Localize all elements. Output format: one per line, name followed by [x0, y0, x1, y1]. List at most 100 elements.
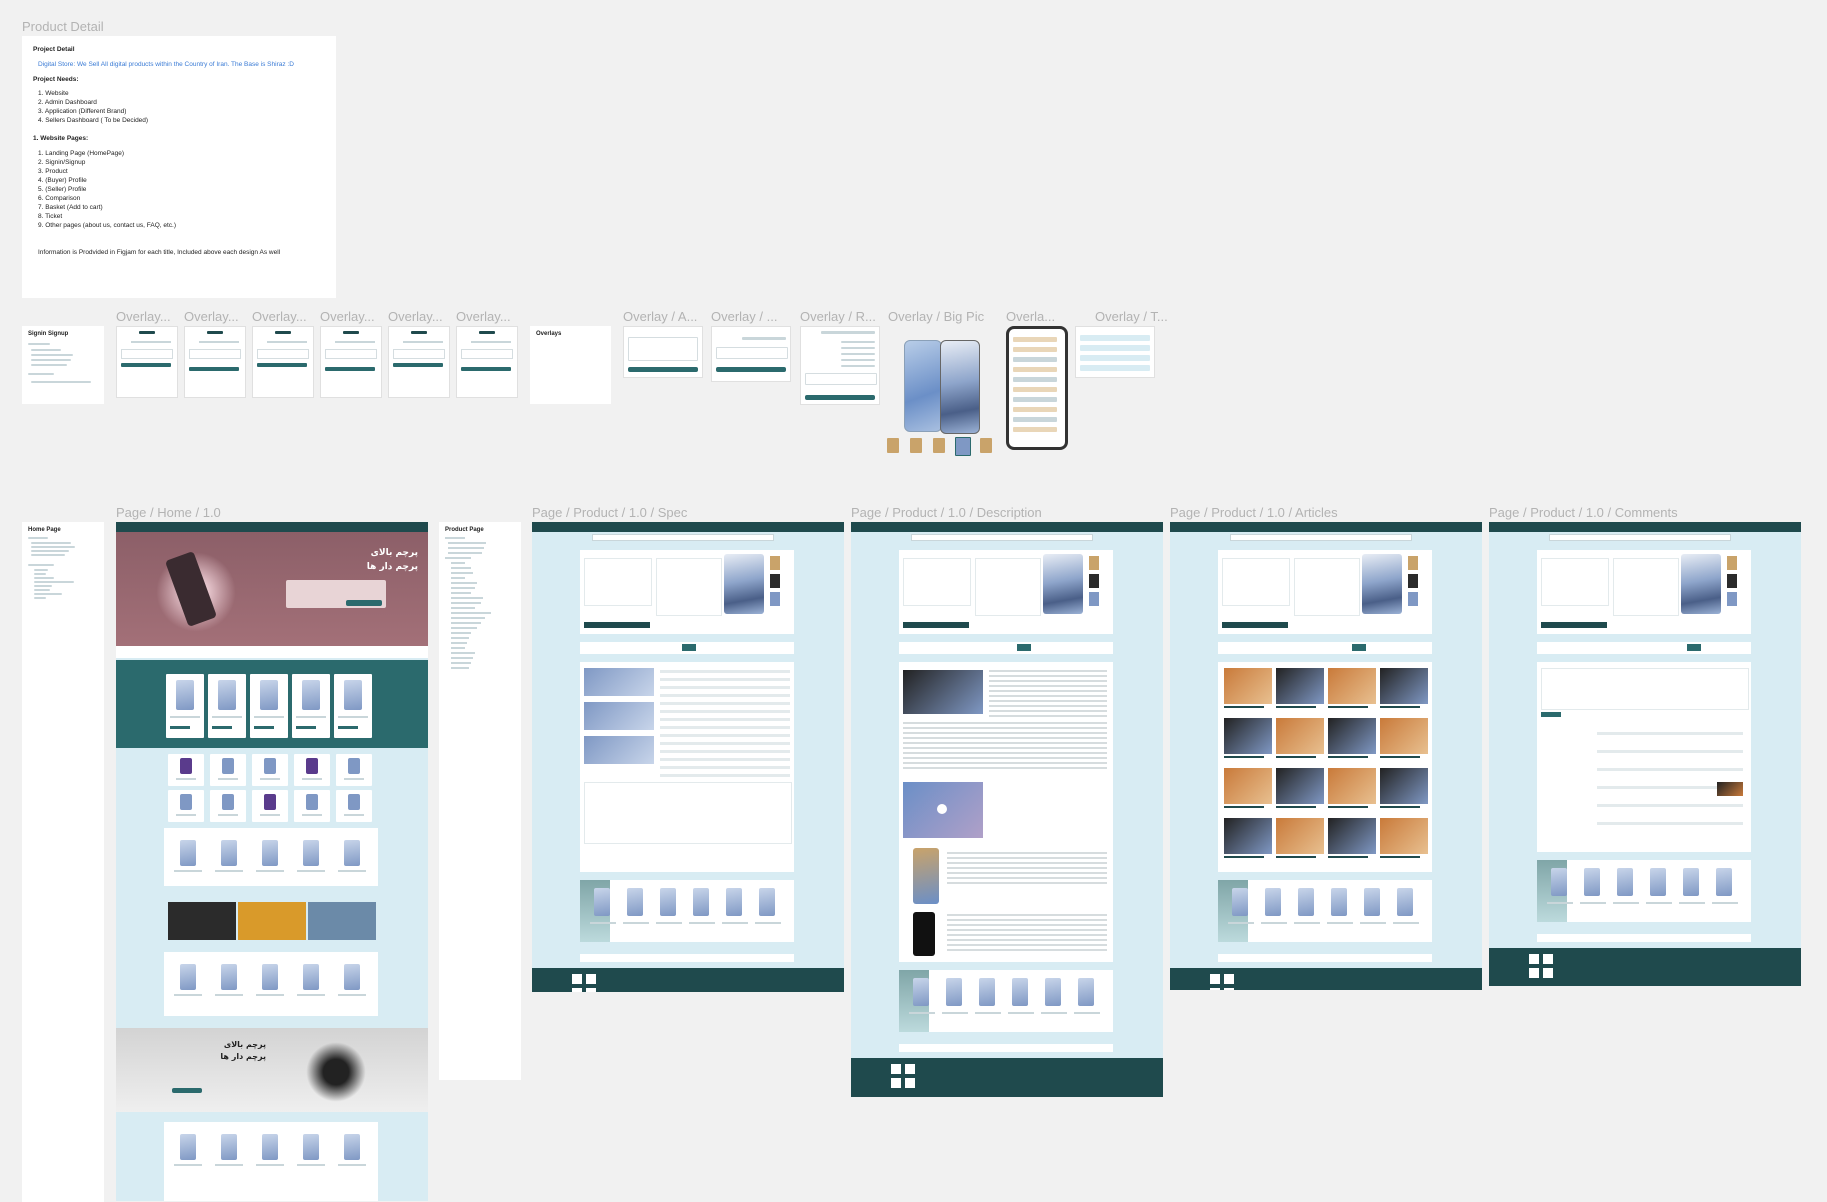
article-title[interactable]	[1276, 806, 1316, 808]
article-title[interactable]	[1328, 856, 1368, 858]
product-card[interactable]	[293, 836, 329, 882]
related-product-image[interactable]	[913, 978, 929, 1006]
home-hero-banner[interactable]: پرچم بالای پرچم دار ها	[116, 532, 428, 646]
active-tab[interactable]	[1352, 644, 1366, 651]
related-product-image[interactable]	[1232, 888, 1248, 916]
overlay-submit-button[interactable]	[189, 367, 239, 371]
product-card[interactable]	[252, 960, 288, 1006]
related-product-image[interactable]	[946, 978, 962, 1006]
top-nav-bar[interactable]	[532, 522, 844, 532]
overlay-input[interactable]	[325, 349, 377, 359]
overlay-input[interactable]	[393, 349, 445, 359]
product-card[interactable]	[211, 836, 247, 882]
active-tab[interactable]	[682, 644, 696, 651]
article-title[interactable]	[1224, 756, 1264, 758]
article-title[interactable]	[1276, 856, 1316, 858]
article-title[interactable]	[1380, 756, 1420, 758]
product-card[interactable]	[211, 1130, 247, 1190]
category-tile[interactable]	[210, 754, 246, 786]
article-title[interactable]	[1328, 756, 1368, 758]
active-tab[interactable]	[1687, 644, 1701, 651]
spec-media[interactable]	[584, 702, 654, 730]
related-product-image[interactable]	[759, 888, 775, 916]
related-product-image[interactable]	[1045, 978, 1061, 1006]
comment-form[interactable]	[1541, 668, 1749, 710]
spec-media[interactable]	[584, 736, 654, 764]
product-card[interactable]	[334, 836, 370, 882]
article-thumb[interactable]	[1276, 718, 1324, 754]
deal-product-card[interactable]	[292, 674, 330, 738]
search-input[interactable]	[911, 534, 1093, 541]
search-input[interactable]	[1230, 534, 1412, 541]
related-product-image[interactable]	[1265, 888, 1281, 916]
category-tile[interactable]	[168, 790, 204, 822]
home-second-banner[interactable]: پرچم بالای پرچم دار ها	[116, 1028, 428, 1112]
article-title[interactable]	[1276, 706, 1316, 708]
overlay-label-4[interactable]: Overlay...	[320, 309, 375, 324]
article-thumb[interactable]	[1224, 668, 1272, 704]
related-product-image[interactable]	[594, 888, 610, 916]
article-thumb[interactable]	[1380, 818, 1428, 854]
related-product-image[interactable]	[1331, 888, 1347, 916]
overlay-input[interactable]	[121, 349, 173, 359]
overlay-submit-button[interactable]	[393, 363, 443, 367]
article-title[interactable]	[1380, 856, 1420, 858]
article-thumb[interactable]	[1276, 818, 1324, 854]
related-product-image[interactable]	[979, 978, 995, 1006]
product-main-image[interactable]	[1681, 554, 1721, 614]
related-product-image[interactable]	[1584, 868, 1600, 896]
related-product-image[interactable]	[1716, 868, 1732, 896]
add-to-cart-button[interactable]	[584, 622, 650, 628]
spec-media[interactable]	[584, 668, 654, 696]
category-tile[interactable]	[168, 754, 204, 786]
overlay-label-6[interactable]: Overlay...	[456, 309, 511, 324]
overlay-input[interactable]	[461, 349, 513, 359]
promo-1[interactable]	[168, 902, 236, 940]
thumb-5[interactable]	[980, 438, 992, 453]
category-tile[interactable]	[210, 790, 246, 822]
product-main-image[interactable]	[724, 554, 764, 614]
product-card[interactable]	[252, 836, 288, 882]
article-thumb[interactable]	[1380, 668, 1428, 704]
related-product-image[interactable]	[1650, 868, 1666, 896]
article-title[interactable]	[1328, 806, 1368, 808]
gallery-thumb[interactable]	[770, 574, 780, 588]
product-card[interactable]	[211, 960, 247, 1006]
page-spec-label[interactable]: Page / Product / 1.0 / Spec	[532, 505, 687, 520]
gallery-thumb[interactable]	[1727, 574, 1737, 588]
thumb-2[interactable]	[910, 438, 922, 453]
related-product-image[interactable]	[660, 888, 676, 916]
article-thumb[interactable]	[1380, 768, 1428, 804]
gallery-thumb[interactable]	[770, 592, 780, 606]
overlay-c-label[interactable]: Overla...	[1006, 309, 1055, 324]
top-nav-bar[interactable]	[851, 522, 1163, 532]
gallery-thumb[interactable]	[1727, 592, 1737, 606]
article-thumb[interactable]	[1328, 668, 1376, 704]
page-description-label[interactable]: Page / Product / 1.0 / Description	[851, 505, 1042, 520]
product-card[interactable]	[293, 1130, 329, 1190]
related-product-image[interactable]	[1551, 868, 1567, 896]
product-main-image[interactable]	[1362, 554, 1402, 614]
article-thumb[interactable]	[1380, 718, 1428, 754]
article-thumb[interactable]	[1276, 668, 1324, 704]
gallery-thumb[interactable]	[1089, 556, 1099, 570]
product-card[interactable]	[252, 1130, 288, 1190]
overlay-a-label[interactable]: Overlay / A...	[623, 309, 697, 324]
gallery-thumb[interactable]	[1089, 592, 1099, 606]
article-thumb[interactable]	[1328, 718, 1376, 754]
gallery-thumb[interactable]	[1089, 574, 1099, 588]
category-tile[interactable]	[336, 790, 372, 822]
product-card[interactable]	[170, 1130, 206, 1190]
product-tabs[interactable]	[899, 642, 1113, 654]
product-card[interactable]	[170, 836, 206, 882]
thumb-1[interactable]	[887, 438, 899, 453]
page-articles-label[interactable]: Page / Product / 1.0 / Articles	[1170, 505, 1338, 520]
add-to-cart-button[interactable]	[903, 622, 969, 628]
overlay-bigpic-label[interactable]: Overlay / Big Pic	[888, 309, 984, 324]
product-card[interactable]	[334, 960, 370, 1006]
gallery-thumb[interactable]	[1727, 556, 1737, 570]
related-product-image[interactable]	[1078, 978, 1094, 1006]
article-title[interactable]	[1328, 706, 1368, 708]
gallery-thumb[interactable]	[1408, 556, 1418, 570]
deal-product-card[interactable]	[334, 674, 372, 738]
